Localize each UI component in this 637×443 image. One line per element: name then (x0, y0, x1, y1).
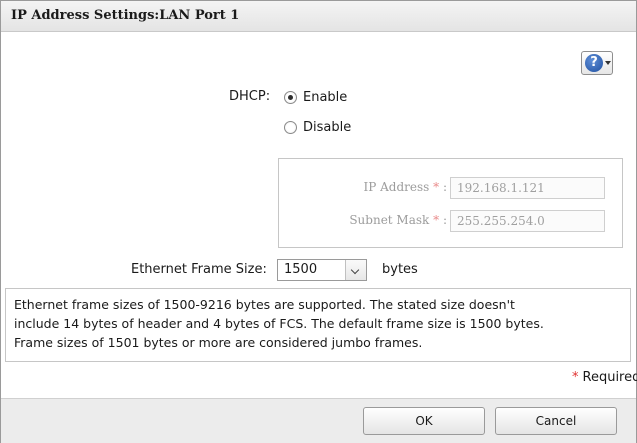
frame-size-label: Ethernet Frame Size: (131, 262, 267, 277)
static-ip-settings-group: IP Address * : 192.168.1.121 Subnet Mask… (278, 158, 623, 248)
ip-address-settings-dialog: IP Address Settings:LAN Port 1 ? DHCP: E… (0, 0, 637, 443)
info-line: include 14 bytes of header and 4 bytes o… (14, 316, 544, 331)
frame-size-info: Ethernet frame sizes of 1500-9216 bytes … (5, 288, 631, 362)
frame-size-value: 1500 (284, 262, 318, 277)
dhcp-disable-radio[interactable] (284, 121, 297, 134)
frame-size-unit: bytes (382, 262, 418, 277)
dhcp-disable-label: Disable (303, 120, 352, 135)
help-button[interactable]: ? (581, 51, 613, 75)
info-line: Ethernet frame sizes of 1500-9216 bytes … (14, 297, 515, 312)
cancel-button[interactable]: Cancel (495, 407, 617, 435)
frame-size-select[interactable]: 1500 (277, 259, 367, 281)
ip-address-label: IP Address * : (363, 180, 447, 194)
chevron-down-icon (605, 61, 611, 65)
dialog-footer: OK Cancel (1, 398, 636, 443)
subnet-mask-field[interactable]: 255.255.254.0 (450, 210, 605, 232)
ok-button[interactable]: OK (363, 407, 485, 435)
required-text: Required (582, 370, 637, 385)
required-note: * Required (572, 370, 637, 385)
info-line: Frame sizes of 1501 bytes or more are co… (14, 335, 423, 350)
required-mark: * (572, 370, 579, 385)
dhcp-enable-radio[interactable] (284, 91, 297, 104)
dialog-titlebar: IP Address Settings:LAN Port 1 (1, 1, 636, 32)
help-question-icon: ? (585, 54, 603, 72)
chevron-down-icon (345, 260, 366, 280)
dhcp-label: DHCP: (229, 89, 271, 104)
ip-address-field[interactable]: 192.168.1.121 (450, 177, 605, 199)
dhcp-disable-option[interactable]: Disable (284, 120, 351, 135)
subnet-mask-label: Subnet Mask * : (349, 213, 447, 227)
dhcp-enable-option[interactable]: Enable (284, 90, 347, 105)
dialog-title: IP Address Settings:LAN Port 1 (11, 8, 240, 23)
dhcp-enable-label: Enable (303, 90, 348, 105)
